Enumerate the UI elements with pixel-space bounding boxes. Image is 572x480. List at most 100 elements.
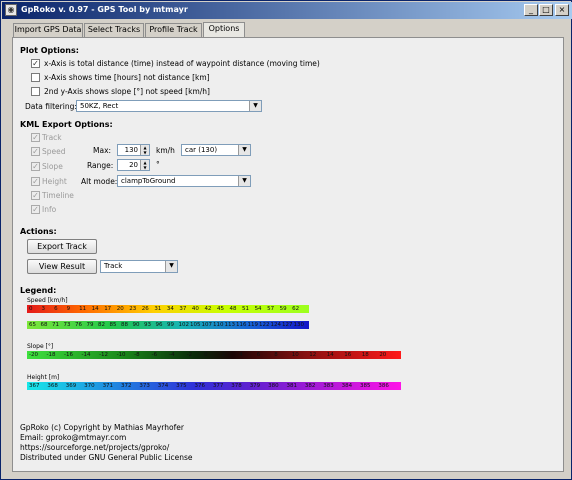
max-unit-label: km/h: [156, 146, 175, 155]
legend-tick-label: -10: [116, 352, 126, 358]
legend-tick-label: 130: [293, 322, 305, 328]
kml-info-label: Info: [42, 205, 57, 214]
legend-tick-label: 10: [291, 352, 299, 358]
kml-timeline-label: Timeline: [42, 191, 74, 200]
legend-tick-label: 368: [47, 383, 58, 389]
checkbox-kml-track: ✓: [31, 133, 40, 142]
legend-tick-label: 119: [247, 322, 259, 328]
range-spinner[interactable]: 20 ▲ ▼: [117, 159, 150, 171]
maximize-button[interactable]: □: [539, 4, 553, 16]
checkbox-slope-axis[interactable]: [31, 87, 40, 96]
slope-legend-title: Slope [°]: [27, 343, 54, 350]
tab-profile-track[interactable]: Profile Track: [145, 23, 202, 37]
legend-tick-label: 383: [323, 383, 334, 389]
legend-tick-label: 374: [157, 383, 169, 389]
legend-tick-label: -6: [151, 352, 158, 358]
tab-options[interactable]: Options: [203, 22, 245, 37]
checkbox-kml-info: ✓: [31, 205, 40, 214]
legend-tick-label: 367: [29, 383, 40, 389]
checkbox-total-distance[interactable]: ✓: [31, 59, 40, 68]
height-legend-title: Height [m]: [27, 374, 60, 381]
speed-legend-ticks-1: 0 3 6 9 11 14 17 20 23 26 31 34 37 40 42 45 48 51 54 57 59 62: [29, 305, 305, 313]
height-legend-ticks: 367 368 369 370 371 372 373 374 375 376 377 378 379 3…: [29, 382, 397, 390]
legend-tick-label: -18: [46, 352, 56, 358]
legend-tick-label: 384: [341, 383, 353, 389]
legend-tick-label: 37: [179, 306, 187, 312]
legend-tick-label: 79: [86, 322, 94, 328]
legend-tick-label: 45: [216, 306, 224, 312]
legend-tick-label: 369: [65, 383, 77, 389]
legend-tick-label: 124: [270, 322, 282, 328]
checkbox-time-axis[interactable]: [31, 73, 40, 82]
data-filtering-label: Data filtering:: [25, 102, 77, 111]
legend-tick-label: 6: [54, 306, 58, 312]
view-result-button[interactable]: View Result: [27, 259, 97, 274]
legend-tick-label: 375: [176, 383, 187, 389]
legend-tick-label: 93: [144, 322, 151, 328]
legend-tick-label: 0: [29, 306, 33, 312]
legend-tick-label: 71: [52, 322, 59, 328]
tab-select-tracks[interactable]: Select Tracks: [84, 23, 144, 37]
range-unit-label: °: [156, 160, 160, 169]
app-window: ◉ GpRoko v. 0.97 - GPS Tool by mtmayr _ …: [0, 0, 572, 480]
slope-legend-ticks: -20 -18 -16 -14 -12 -10 -8 -6 -4 -2 0 2 4 6 8 10 12 14 16 1…: [29, 351, 397, 359]
email-text: Email: gproko@mtmayr.com: [20, 433, 127, 442]
legend-tick-label: 40: [191, 306, 199, 312]
legend-tick-label: 88: [121, 322, 128, 328]
title-bar[interactable]: ◉ GpRoko v. 0.97 - GPS Tool by mtmayr _ …: [2, 2, 572, 19]
legend-tick-label: -20: [29, 352, 38, 358]
spinner-arrows-icon[interactable]: ▲ ▼: [140, 160, 149, 170]
legend-tick-label: 381: [286, 383, 297, 389]
speed-legend-bar-1: 0 3 6 9 11 14 17 20 23 26 31 34 37 40 42 45 48 51 54 57 59 62: [27, 305, 309, 313]
legend-tick-label: 76: [75, 322, 82, 328]
export-track-button[interactable]: Export Track: [27, 239, 97, 254]
legend-tick-label: 370: [84, 383, 95, 389]
max-speed-spinner[interactable]: 130 ▲ ▼: [117, 144, 150, 156]
legend-tick-label: 12: [309, 352, 317, 358]
checkbox-kml-speed: ✓: [31, 147, 40, 156]
kml-height-label: Height: [42, 177, 67, 186]
legend-tick-label: 16: [344, 352, 352, 358]
kml-export-heading: KML Export Options:: [20, 120, 113, 129]
legend-tick-label: 62: [292, 306, 300, 312]
kml-track-label: Track: [42, 133, 62, 142]
legend-tick-label: 127: [282, 322, 293, 328]
legend-tick-label: 122: [259, 322, 270, 328]
options-panel: Plot Options: ✓ x-Axis is total distance…: [12, 37, 564, 472]
legend-tick-label: 34: [166, 306, 174, 312]
chevron-down-icon: ▼: [249, 101, 261, 111]
app-icon: ◉: [5, 4, 17, 16]
minimize-button[interactable]: _: [524, 4, 538, 16]
close-button[interactable]: ×: [555, 4, 569, 16]
legend-tick-label: 85: [109, 322, 117, 328]
legend-tick-label: -4: [169, 352, 175, 358]
checkbox-slope-axis-label: 2nd y-Axis shows slope [°] not speed [km…: [44, 87, 210, 96]
legend-tick-label: 116: [236, 322, 247, 328]
view-result-select[interactable]: Track ▼: [100, 260, 178, 273]
speed-legend-bar-2: 65 68 71 73 76 79 82 85 88 90 93 96 99 102 105 107 110 11…: [27, 321, 309, 329]
legend-tick-label: 31: [154, 306, 162, 312]
legend-tick-label: 96: [155, 322, 163, 328]
legend-tick-label: 378: [231, 383, 242, 389]
legend-tick-label: 373: [139, 383, 150, 389]
license-text: Distributed under GNU General Public Lic…: [20, 453, 193, 462]
project-url-link[interactable]: https://sourceforge.net/projects/gproko/: [20, 443, 169, 453]
vehicle-value: car (130): [185, 146, 218, 154]
legend-tick-label: 382: [304, 383, 316, 389]
kml-speed-label: Speed: [42, 147, 66, 156]
legend-tick-label: 105: [190, 322, 201, 328]
legend-tick-label: 68: [40, 322, 48, 328]
vehicle-select[interactable]: car (130) ▼: [181, 144, 251, 156]
legend-heading: Legend:: [20, 286, 57, 295]
checkbox-time-axis-label: x-Axis shows time [hours] not distance […: [44, 73, 210, 82]
legend-tick-label: 14: [91, 306, 99, 312]
spinner-arrows-icon[interactable]: ▲ ▼: [140, 145, 149, 155]
tab-import-gps-data[interactable]: Import GPS Data: [13, 23, 83, 37]
legend-tick-label: 110: [213, 322, 224, 328]
data-filtering-select[interactable]: 50KZ, Rect ▼: [76, 100, 262, 112]
chevron-down-icon: ▼: [238, 145, 250, 155]
legend-tick-label: 57: [267, 306, 275, 312]
legend-tick-label: -14: [81, 352, 91, 358]
legend-tick-label: 3: [41, 306, 46, 312]
alt-mode-select[interactable]: clampToGround ▼: [117, 175, 251, 187]
